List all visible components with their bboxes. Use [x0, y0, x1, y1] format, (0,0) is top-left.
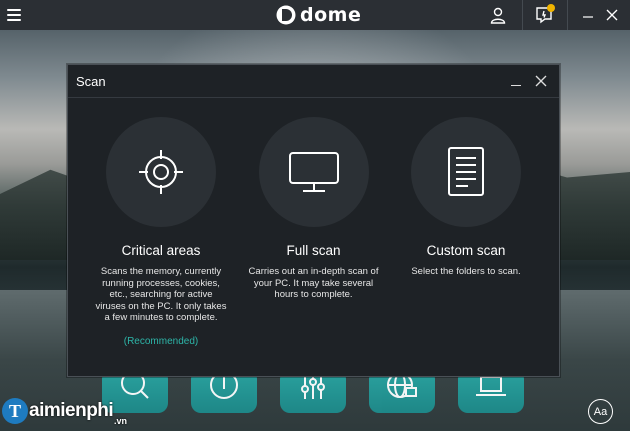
- option-critical-areas[interactable]: Critical areas Scans the memory, current…: [91, 117, 231, 347]
- topbar-separator: [522, 0, 523, 30]
- topbar-separator: [567, 0, 568, 30]
- option-description: Carries out an in-depth scan of your PC.…: [248, 266, 379, 300]
- logo-text: dome: [300, 4, 362, 26]
- option-icon-circle[interactable]: [106, 117, 216, 227]
- notifications-icon[interactable]: [533, 4, 555, 26]
- option-title: Critical areas: [121, 243, 201, 258]
- scan-options: Critical areas Scans the memory, current…: [68, 117, 559, 347]
- globe-lock-icon: [387, 373, 417, 398]
- power-icon: [210, 373, 238, 399]
- option-description: Select the folders to scan.: [411, 266, 521, 277]
- option-description: Scans the memory, currently running proc…: [95, 266, 227, 323]
- laptop-icon: [476, 376, 506, 396]
- dome-logo-icon: [276, 5, 296, 25]
- document-icon: [448, 147, 484, 196]
- option-title: Custom scan: [426, 243, 506, 258]
- dome-logo: dome: [276, 3, 361, 27]
- crosshair-icon: [139, 150, 183, 194]
- watermark-letter: T: [2, 398, 28, 424]
- watermark-logo: T aimienphi .vn: [2, 393, 127, 429]
- sliders-icon: [301, 375, 325, 399]
- option-custom-scan[interactable]: Custom scan Select the folders to scan.: [396, 117, 536, 347]
- option-full-scan[interactable]: Full scan Carries out an in-depth scan o…: [244, 117, 384, 347]
- dialog-close-icon[interactable]: [534, 74, 548, 88]
- monitor-icon: [288, 152, 339, 192]
- watermark-text: aimienphi: [29, 400, 114, 421]
- option-title: Full scan: [286, 243, 341, 258]
- watermark-suffix: .vn: [114, 416, 128, 426]
- font-size-button[interactable]: Aa: [588, 399, 613, 424]
- search-icon: [121, 373, 149, 399]
- option-icon-circle[interactable]: [411, 117, 521, 227]
- dialog-header: Scan: [68, 65, 559, 98]
- user-account-icon[interactable]: [487, 4, 509, 26]
- option-icon-circle[interactable]: [258, 117, 369, 227]
- dialog-title: Scan: [76, 73, 106, 89]
- recommended-label: (Recommended): [123, 335, 199, 347]
- top-bar: dome: [0, 0, 630, 30]
- scan-dialog: Scan Critical areas Scans the memory, cu…: [67, 64, 560, 377]
- dialog-minimize-icon[interactable]: [509, 74, 523, 88]
- window-minimize-icon[interactable]: [577, 4, 599, 26]
- window-close-icon[interactable]: [601, 4, 623, 26]
- hamburger-menu-icon[interactable]: [7, 9, 21, 21]
- notification-badge: [547, 4, 555, 12]
